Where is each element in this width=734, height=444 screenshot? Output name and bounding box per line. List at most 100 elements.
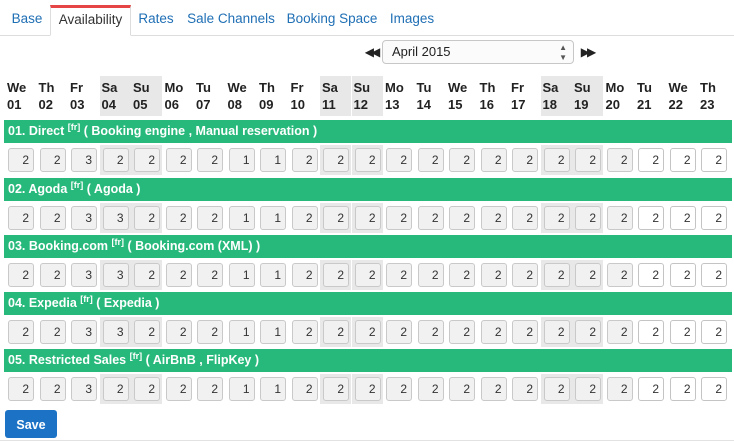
availability-input[interactable]: 2 bbox=[323, 320, 349, 344]
availability-input[interactable]: 3 bbox=[71, 377, 97, 401]
availability-input[interactable]: 2 bbox=[543, 320, 570, 344]
tab-availability[interactable]: Availability bbox=[50, 5, 131, 36]
availability-input[interactable]: 2 bbox=[606, 377, 633, 401]
availability-input[interactable]: 2 bbox=[39, 377, 66, 401]
availability-input[interactable]: 2 bbox=[543, 263, 570, 287]
availability-input[interactable]: 2 bbox=[701, 320, 727, 344]
double-right-arrow-icon[interactable]: ▶▶ bbox=[579, 42, 596, 62]
availability-input[interactable]: 2 bbox=[8, 148, 34, 172]
availability-input[interactable]: 2 bbox=[354, 206, 381, 230]
availability-input[interactable]: 2 bbox=[291, 206, 318, 230]
availability-input[interactable]: 2 bbox=[8, 377, 34, 401]
availability-input[interactable]: 2 bbox=[386, 320, 412, 344]
availability-input[interactable]: 2 bbox=[8, 320, 34, 344]
availability-input[interactable]: 3 bbox=[71, 148, 97, 172]
availability-input[interactable]: 2 bbox=[638, 320, 664, 344]
availability-input[interactable]: 1 bbox=[260, 206, 286, 230]
availability-input[interactable]: 2 bbox=[291, 377, 318, 401]
availability-input[interactable]: 3 bbox=[102, 206, 129, 230]
availability-input[interactable]: 2 bbox=[323, 263, 349, 287]
availability-input[interactable]: 2 bbox=[39, 263, 66, 287]
availability-input[interactable]: 2 bbox=[638, 377, 664, 401]
tab-base[interactable]: Base bbox=[4, 6, 50, 36]
availability-input[interactable]: 2 bbox=[606, 206, 633, 230]
availability-input[interactable]: 2 bbox=[575, 206, 601, 230]
availability-input[interactable]: 2 bbox=[165, 320, 192, 344]
availability-input[interactable]: 2 bbox=[606, 320, 633, 344]
save-button[interactable]: Save bbox=[5, 410, 57, 438]
availability-input[interactable]: 2 bbox=[669, 206, 696, 230]
tab-rates[interactable]: Rates bbox=[134, 6, 178, 36]
availability-input[interactable]: 2 bbox=[417, 148, 444, 172]
availability-input[interactable]: 2 bbox=[197, 148, 223, 172]
availability-input[interactable]: 2 bbox=[165, 148, 192, 172]
availability-input[interactable]: 2 bbox=[512, 148, 538, 172]
availability-input[interactable]: 2 bbox=[701, 206, 727, 230]
availability-input[interactable]: 2 bbox=[102, 148, 129, 172]
availability-input[interactable]: 2 bbox=[386, 148, 412, 172]
availability-input[interactable]: 2 bbox=[638, 148, 664, 172]
availability-input[interactable]: 2 bbox=[354, 320, 381, 344]
tab-images[interactable]: Images bbox=[386, 6, 438, 36]
availability-input[interactable]: 2 bbox=[386, 263, 412, 287]
availability-input[interactable]: 1 bbox=[228, 320, 255, 344]
tab-sale-channels[interactable]: Sale Channels bbox=[184, 6, 278, 36]
availability-input[interactable]: 2 bbox=[575, 263, 601, 287]
availability-input[interactable]: 1 bbox=[260, 320, 286, 344]
availability-input[interactable]: 2 bbox=[575, 377, 601, 401]
availability-input[interactable]: 2 bbox=[291, 263, 318, 287]
double-left-arrow-icon[interactable]: ◀◀ bbox=[363, 42, 380, 62]
availability-input[interactable]: 2 bbox=[8, 206, 34, 230]
availability-input[interactable]: 2 bbox=[669, 148, 696, 172]
availability-input[interactable]: 2 bbox=[417, 263, 444, 287]
availability-input[interactable]: 2 bbox=[480, 263, 507, 287]
availability-input[interactable]: 2 bbox=[354, 377, 381, 401]
availability-input[interactable]: 2 bbox=[638, 206, 664, 230]
availability-input[interactable]: 2 bbox=[512, 320, 538, 344]
availability-input[interactable]: 2 bbox=[606, 148, 633, 172]
availability-input[interactable]: 2 bbox=[701, 148, 727, 172]
availability-input[interactable]: 2 bbox=[480, 320, 507, 344]
availability-input[interactable]: 1 bbox=[228, 148, 255, 172]
availability-input[interactable]: 2 bbox=[575, 320, 601, 344]
availability-input[interactable]: 2 bbox=[417, 206, 444, 230]
availability-input[interactable]: 2 bbox=[39, 206, 66, 230]
availability-input[interactable]: 2 bbox=[669, 377, 696, 401]
availability-input[interactable]: 2 bbox=[386, 206, 412, 230]
month-select[interactable]: April 2015 ▲ ▼ bbox=[382, 40, 574, 64]
availability-input[interactable]: 3 bbox=[71, 263, 97, 287]
availability-input[interactable]: 3 bbox=[71, 206, 97, 230]
availability-input[interactable]: 2 bbox=[323, 206, 349, 230]
availability-input[interactable]: 2 bbox=[543, 377, 570, 401]
availability-input[interactable]: 2 bbox=[165, 377, 192, 401]
availability-input[interactable]: 2 bbox=[323, 148, 349, 172]
availability-input[interactable]: 2 bbox=[354, 148, 381, 172]
availability-input[interactable]: 2 bbox=[449, 263, 475, 287]
availability-input[interactable]: 2 bbox=[197, 320, 223, 344]
availability-input[interactable]: 1 bbox=[260, 377, 286, 401]
availability-input[interactable]: 2 bbox=[8, 263, 34, 287]
availability-input[interactable]: 2 bbox=[512, 377, 538, 401]
availability-input[interactable]: 2 bbox=[669, 320, 696, 344]
availability-input[interactable]: 1 bbox=[228, 206, 255, 230]
availability-input[interactable]: 2 bbox=[197, 206, 223, 230]
availability-input[interactable]: 2 bbox=[543, 206, 570, 230]
availability-input[interactable]: 2 bbox=[480, 148, 507, 172]
availability-input[interactable]: 2 bbox=[102, 377, 129, 401]
availability-input[interactable]: 1 bbox=[228, 377, 255, 401]
availability-input[interactable]: 2 bbox=[512, 263, 538, 287]
availability-input[interactable]: 2 bbox=[165, 263, 192, 287]
availability-input[interactable]: 2 bbox=[638, 263, 664, 287]
availability-input[interactable]: 2 bbox=[480, 377, 507, 401]
availability-input[interactable]: 3 bbox=[102, 320, 129, 344]
availability-input[interactable]: 2 bbox=[449, 206, 475, 230]
availability-input[interactable]: 2 bbox=[134, 148, 160, 172]
availability-input[interactable]: 3 bbox=[71, 320, 97, 344]
availability-input[interactable]: 2 bbox=[386, 377, 412, 401]
availability-input[interactable]: 2 bbox=[134, 377, 160, 401]
availability-input[interactable]: 2 bbox=[134, 263, 160, 287]
availability-input[interactable]: 2 bbox=[701, 263, 727, 287]
availability-input[interactable]: 2 bbox=[134, 320, 160, 344]
availability-input[interactable]: 2 bbox=[134, 206, 160, 230]
availability-input[interactable]: 2 bbox=[543, 148, 570, 172]
